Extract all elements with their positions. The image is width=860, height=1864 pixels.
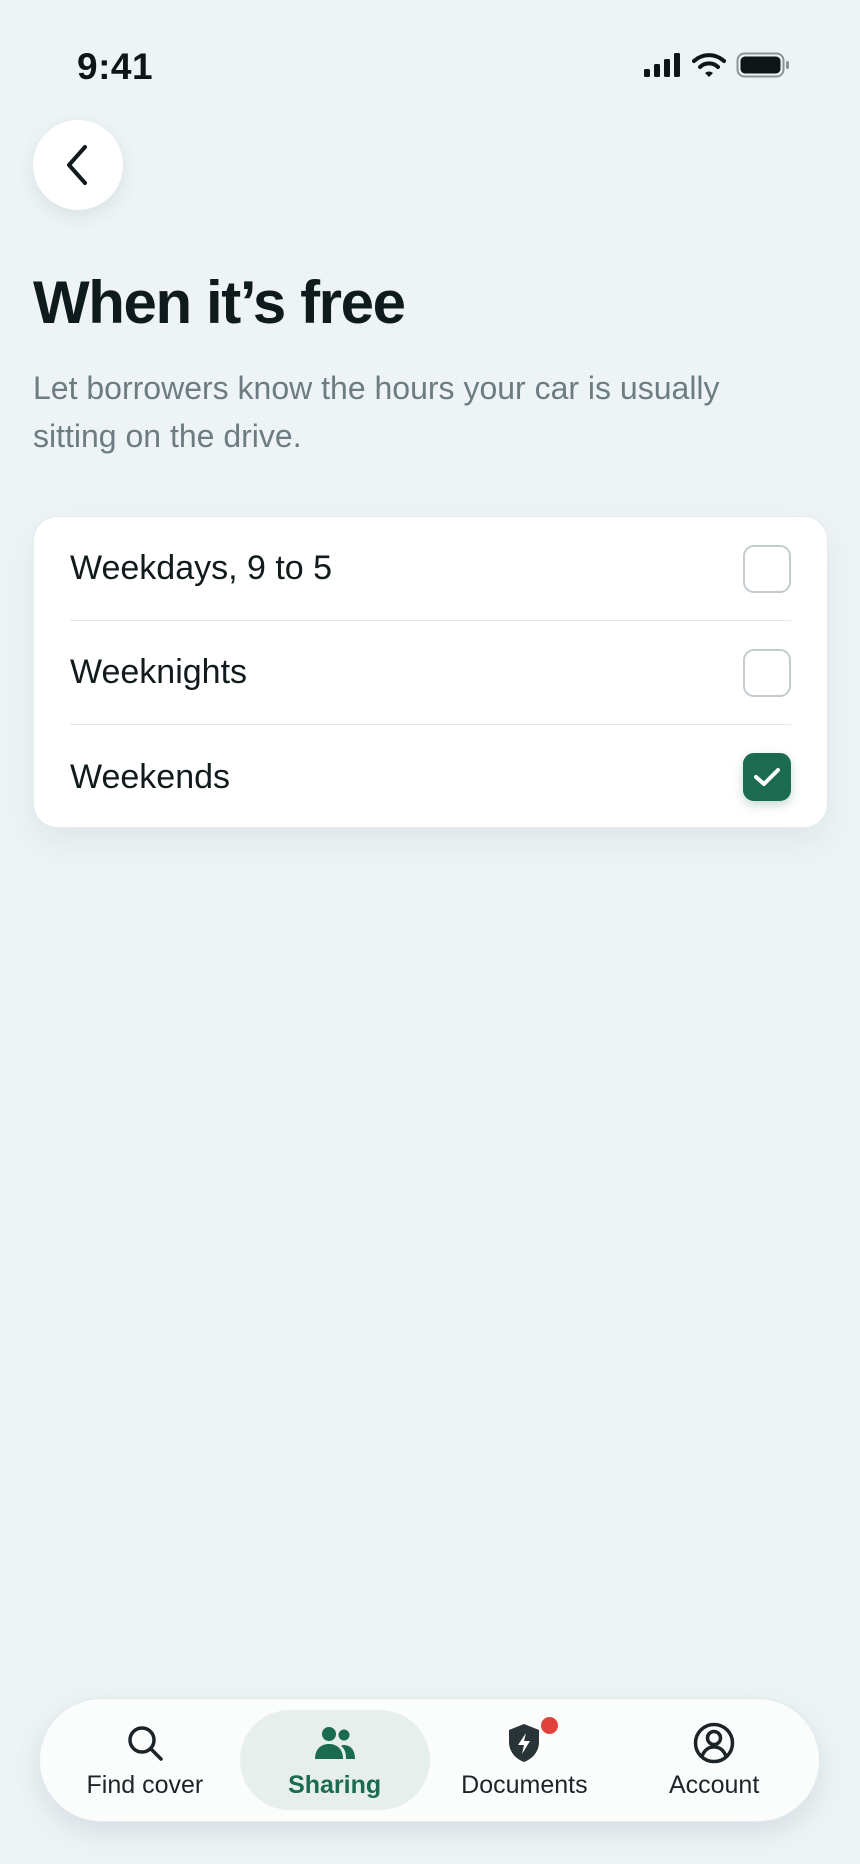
signal-icon: [644, 53, 680, 77]
option-weekdays[interactable]: Weekdays, 9 to 5: [70, 517, 791, 621]
tab-label: Sharing: [288, 1770, 382, 1799]
weeknights-checkbox[interactable]: [743, 648, 791, 697]
tab-sharing[interactable]: Sharing: [239, 1710, 430, 1810]
option-label: Weeknights: [70, 653, 248, 691]
back-button[interactable]: [33, 120, 123, 210]
bottom-tab-bar: Find cover Sharing Documents Account: [39, 1698, 820, 1822]
option-label: Weekends: [70, 757, 231, 796]
people-icon: [313, 1721, 357, 1765]
page-subtitle: Let borrowers know the hours your car is…: [33, 370, 720, 454]
weekdays-checkbox[interactable]: [743, 544, 791, 593]
status-time: 9:41: [77, 46, 154, 87]
option-weekends[interactable]: Weekends: [70, 725, 791, 829]
availability-options-card: Weekdays, 9 to 5 Weeknights Weekends: [33, 516, 828, 828]
option-label: Weekdays, 9 to 5: [70, 549, 333, 587]
wifi-icon: [692, 53, 726, 77]
user-circle-icon: [692, 1721, 736, 1765]
notification-badge: [541, 1716, 559, 1734]
tab-documents[interactable]: Documents: [430, 1710, 620, 1810]
search-icon: [123, 1721, 167, 1765]
page-title: When it’s free: [33, 269, 406, 336]
tab-account[interactable]: Account: [619, 1710, 809, 1810]
option-weeknights[interactable]: Weeknights: [70, 621, 791, 725]
tab-find-cover[interactable]: Find cover: [50, 1710, 240, 1810]
tab-label: Account: [668, 1770, 760, 1799]
chevron-left-icon: [67, 145, 87, 185]
battery-icon: [736, 52, 789, 78]
shield-bolt-icon: [502, 1716, 559, 1765]
tab-label: Find cover: [86, 1770, 204, 1799]
weekends-checkbox[interactable]: [743, 753, 791, 801]
tab-label: Documents: [461, 1770, 588, 1799]
status-icons: [644, 52, 790, 78]
checkmark-icon: [754, 768, 780, 786]
screen: 9:41 When it’s free Let borrowers know t…: [0, 0, 860, 1864]
